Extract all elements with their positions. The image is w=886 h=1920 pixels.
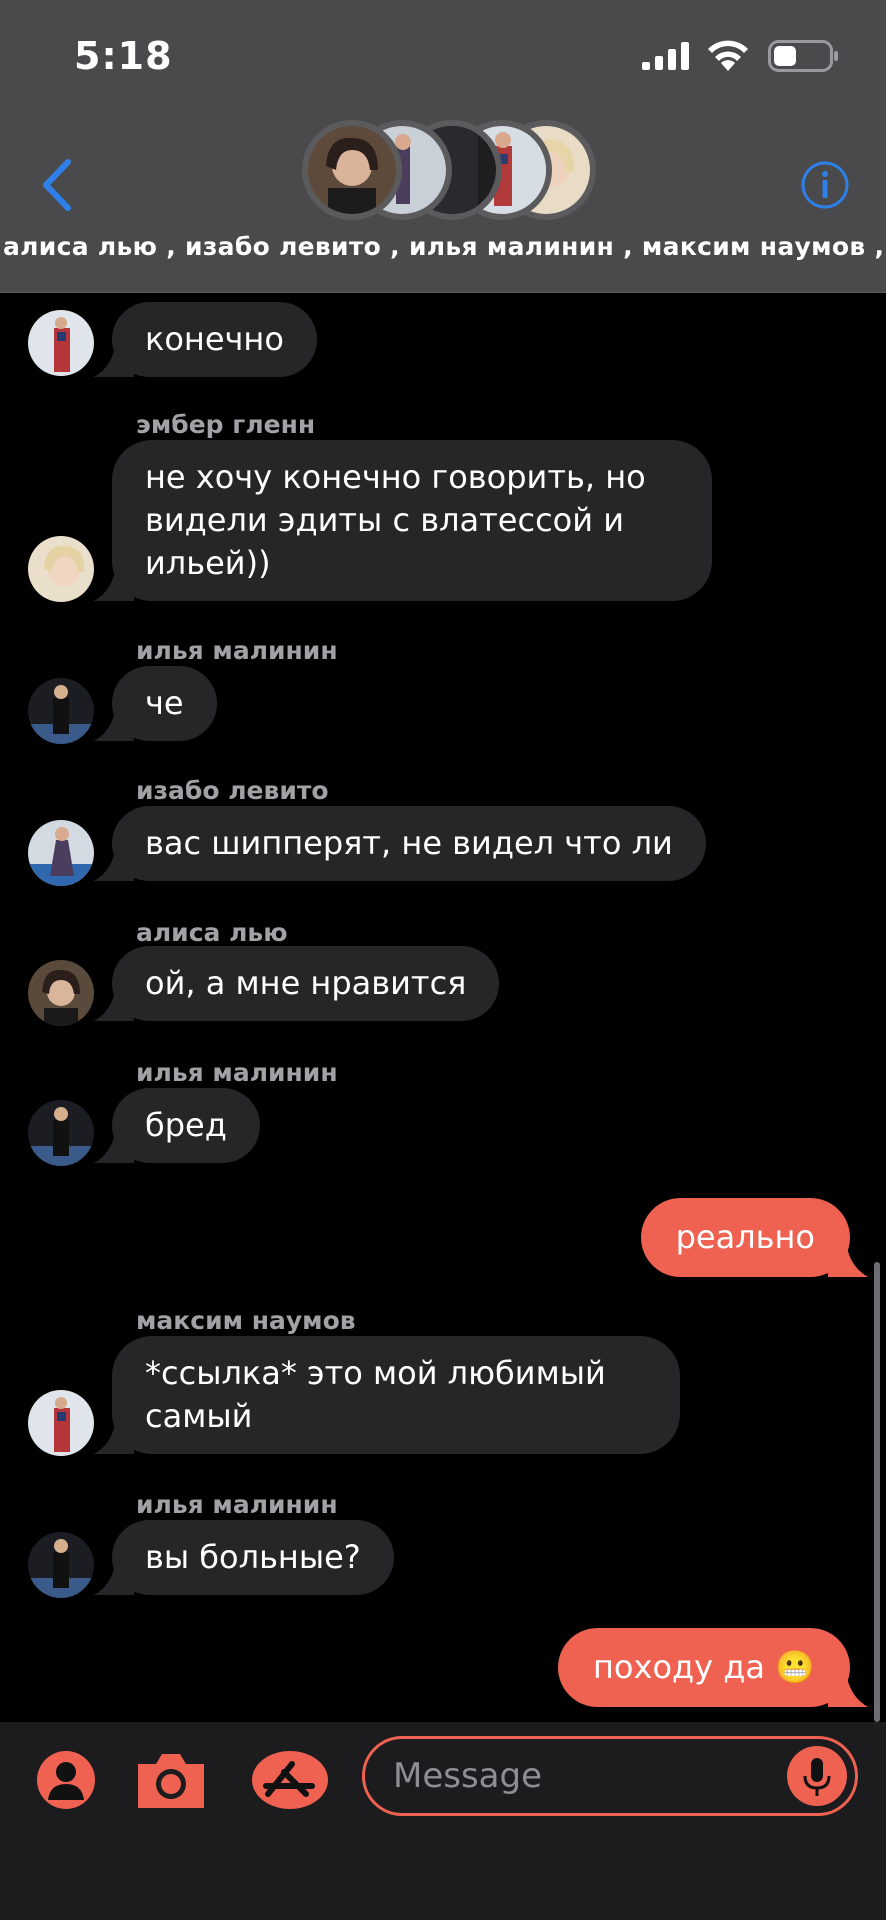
wifi-icon [708, 40, 748, 71]
chevron-left-icon[interactable] [38, 158, 78, 212]
message-text: вас шипперят, не видел что ли [145, 824, 673, 862]
bubble-tail [94, 1129, 134, 1163]
message-text: конечно [145, 320, 284, 358]
avatar[interactable] [28, 960, 94, 1026]
bubble-tail [94, 1561, 134, 1595]
conversation-header: 5:18 алиса лью , изабо левито , илья мал… [0, 0, 886, 293]
bubble-tail [94, 847, 134, 881]
message-text: че [145, 684, 184, 722]
sender-name: эмбер гленн [136, 410, 316, 439]
message-bubble[interactable]: бред [94, 1088, 260, 1163]
message-bubble[interactable]: конечно [94, 302, 317, 377]
sender-name: илья малинин [136, 636, 338, 665]
bubble-tail [94, 707, 134, 741]
message-bubble[interactable]: вы больные? [94, 1520, 394, 1595]
message-field[interactable] [362, 1736, 858, 1816]
message-text: вы больные? [145, 1538, 361, 1576]
message-bubble[interactable]: вас шипперят, не видел что ли [94, 806, 706, 881]
avatar[interactable] [28, 310, 94, 376]
bubble-tail [94, 987, 134, 1021]
avatar[interactable] [28, 1390, 94, 1456]
info-icon[interactable] [800, 160, 850, 210]
battery-icon [768, 40, 838, 72]
sender-name: илья малинин [136, 1058, 338, 1087]
microphone-button[interactable] [787, 1746, 847, 1806]
bubble-tail [94, 343, 134, 377]
bubble-tail [94, 1420, 134, 1454]
message-bubble[interactable]: ой, а мне нравится [94, 946, 500, 1021]
message-text: не хочу конечно говорить, но видели эдит… [145, 458, 646, 582]
scrollbar[interactable] [874, 1262, 880, 1722]
message-text: ой, а мне нравится [145, 964, 467, 1002]
message-text: *ссылка* это мой любимый самый [145, 1354, 606, 1435]
avatar[interactable] [28, 1100, 94, 1166]
avatar[interactable] [28, 1532, 94, 1598]
person-icon[interactable] [36, 1750, 96, 1810]
sender-name: максим наумов [136, 1306, 356, 1335]
message-bubble[interactable]: че [94, 666, 217, 741]
input-bar [0, 1722, 886, 1920]
sender-name: изабо левито [136, 776, 329, 805]
message-bubble[interactable]: не хочу конечно говорить, но видели эдит… [94, 440, 712, 601]
message-text: бред [145, 1106, 227, 1144]
avatar[interactable] [28, 536, 94, 602]
bubble-tail [828, 1673, 868, 1707]
sender-name: алиса лью [136, 918, 288, 947]
bubble-tail [828, 1243, 868, 1277]
group-avatars[interactable] [302, 120, 596, 220]
bubble-tail [94, 567, 134, 601]
avatar[interactable] [28, 820, 94, 886]
sender-name: илья малинин [136, 1490, 338, 1519]
message-text: походу да 😬 [593, 1648, 815, 1686]
outgoing-message-bubble[interactable]: реально [640, 1198, 868, 1277]
avatar[interactable] [28, 678, 94, 744]
app-store-icon[interactable] [250, 1750, 330, 1810]
outgoing-message-bubble[interactable]: походу да 😬 [558, 1628, 868, 1707]
microphone-icon [803, 1758, 831, 1796]
group-avatar-alysa [302, 120, 402, 220]
cellular-signal-icon [642, 42, 689, 70]
message-text: реально [675, 1218, 815, 1256]
message-list[interactable]: конечно эмбер гленн не хочу конечно гово… [0, 294, 886, 1722]
message-input[interactable] [393, 1749, 773, 1803]
member-names: алиса лью , изабо левито , илья малинин … [3, 232, 886, 261]
status-time: 5:18 [74, 34, 173, 78]
camera-icon[interactable] [134, 1750, 208, 1810]
message-bubble[interactable]: *ссылка* это мой любимый самый [94, 1336, 680, 1454]
